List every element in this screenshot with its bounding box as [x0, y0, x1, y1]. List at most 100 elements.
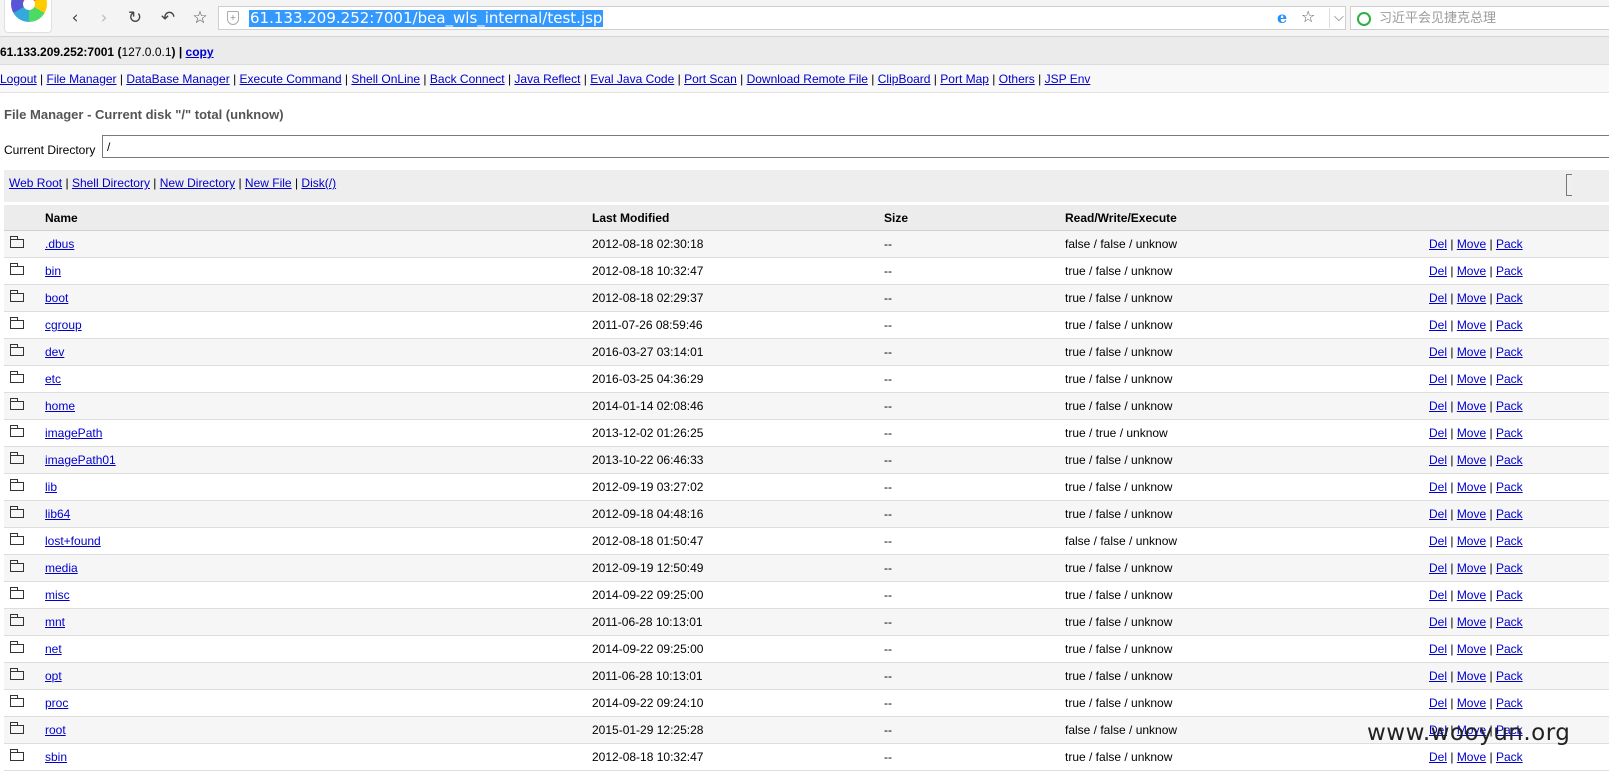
pack-link[interactable]: Pack	[1496, 642, 1523, 656]
move-link[interactable]: Move	[1457, 264, 1486, 278]
search-placeholder[interactable]: 习近平会见捷克总理	[1379, 10, 1496, 27]
del-link[interactable]: Del	[1429, 750, 1447, 764]
file-name-link[interactable]: dev	[45, 345, 64, 359]
file-name-link[interactable]: home	[45, 399, 75, 413]
move-link[interactable]: Move	[1457, 237, 1486, 251]
move-link[interactable]: Move	[1457, 480, 1486, 494]
move-link[interactable]: Move	[1457, 642, 1486, 656]
file-name-link[interactable]: opt	[45, 669, 62, 683]
del-link[interactable]: Del	[1429, 399, 1447, 413]
pack-link[interactable]: Pack	[1496, 237, 1523, 251]
move-link[interactable]: Move	[1457, 588, 1486, 602]
del-link[interactable]: Del	[1429, 696, 1447, 710]
nav-java-reflect[interactable]: Java Reflect	[514, 72, 580, 86]
quick-link-shell-directory[interactable]: Shell Directory	[72, 176, 150, 190]
del-link[interactable]: Del	[1429, 237, 1447, 251]
bookmark-star-icon[interactable]: ☆	[1301, 8, 1315, 26]
del-link[interactable]: Del	[1429, 291, 1447, 305]
file-name-link[interactable]: etc	[45, 372, 61, 386]
del-link[interactable]: Del	[1429, 534, 1447, 548]
del-link[interactable]: Del	[1429, 480, 1447, 494]
address-bar[interactable]: + 61.133.209.252:7001/bea_wls_internal/t…	[218, 6, 1346, 30]
move-link[interactable]: Move	[1457, 453, 1486, 467]
file-name-link[interactable]: bin	[45, 264, 61, 278]
pack-link[interactable]: Pack	[1496, 426, 1523, 440]
nav-port-map[interactable]: Port Map	[940, 72, 989, 86]
move-link[interactable]: Move	[1457, 507, 1486, 521]
nav-eval-java-code[interactable]: Eval Java Code	[590, 72, 674, 86]
del-link[interactable]: Del	[1429, 561, 1447, 575]
move-link[interactable]: Move	[1457, 372, 1486, 386]
undo-close-tab-icon[interactable]: ↶	[157, 7, 179, 29]
favorites-star-icon[interactable]: ☆	[189, 7, 211, 29]
del-link[interactable]: Del	[1429, 588, 1447, 602]
search-box[interactable]: 习近平会见捷克总理	[1350, 6, 1609, 30]
move-link[interactable]: Move	[1457, 561, 1486, 575]
pack-link[interactable]: Pack	[1496, 480, 1523, 494]
nav-port-scan[interactable]: Port Scan	[684, 72, 737, 86]
nav-execute-command[interactable]: Execute Command	[240, 72, 342, 86]
file-name-link[interactable]: root	[45, 723, 66, 737]
pack-link[interactable]: Pack	[1496, 696, 1523, 710]
del-link[interactable]: Del	[1429, 426, 1447, 440]
pack-link[interactable]: Pack	[1496, 669, 1523, 683]
nav-back-connect[interactable]: Back Connect	[430, 72, 505, 86]
pack-link[interactable]: Pack	[1496, 291, 1523, 305]
file-name-link[interactable]: lib64	[45, 507, 70, 521]
current-directory-input[interactable]	[102, 135, 1609, 158]
del-link[interactable]: Del	[1429, 345, 1447, 359]
file-name-link[interactable]: lost+found	[45, 534, 101, 548]
file-name-link[interactable]: lib	[45, 480, 57, 494]
del-link[interactable]: Del	[1429, 264, 1447, 278]
nav-jsp-env[interactable]: JSP Env	[1045, 72, 1091, 86]
pack-link[interactable]: Pack	[1496, 264, 1523, 278]
move-link[interactable]: Move	[1457, 750, 1486, 764]
reload-icon[interactable]: ↻	[124, 7, 146, 29]
back-icon[interactable]: ‹	[64, 7, 86, 29]
move-link[interactable]: Move	[1457, 669, 1486, 683]
pack-link[interactable]: Pack	[1496, 561, 1523, 575]
file-name-link[interactable]: media	[45, 561, 78, 575]
file-name-link[interactable]: cgroup	[45, 318, 82, 332]
file-name-link[interactable]: sbin	[45, 750, 67, 764]
move-link[interactable]: Move	[1457, 696, 1486, 710]
move-link[interactable]: Move	[1457, 426, 1486, 440]
quick-link-new-file[interactable]: New File	[245, 176, 292, 190]
nav-logout[interactable]: Logout	[0, 72, 37, 86]
pack-link[interactable]: Pack	[1496, 507, 1523, 521]
go-button[interactable]	[1566, 174, 1572, 196]
pack-link[interactable]: Pack	[1496, 615, 1523, 629]
ie-compat-mode-icon[interactable]: e	[1277, 9, 1287, 27]
move-link[interactable]: Move	[1457, 615, 1486, 629]
chevron-down-icon[interactable]: ⌵	[1329, 8, 1344, 28]
address-url[interactable]: 61.133.209.252:7001/bea_wls_internal/tes…	[249, 10, 604, 27]
nav-shell-online[interactable]: Shell OnLine	[351, 72, 420, 86]
move-link[interactable]: Move	[1457, 318, 1486, 332]
file-name-link[interactable]: proc	[45, 696, 68, 710]
file-name-link[interactable]: .dbus	[45, 237, 74, 251]
nav-others[interactable]: Others	[999, 72, 1035, 86]
pack-link[interactable]: Pack	[1496, 534, 1523, 548]
nav-clipboard[interactable]: ClipBoard	[878, 72, 931, 86]
pack-link[interactable]: Pack	[1496, 372, 1523, 386]
del-link[interactable]: Del	[1429, 669, 1447, 683]
file-name-link[interactable]: misc	[45, 588, 70, 602]
pack-link[interactable]: Pack	[1496, 750, 1523, 764]
file-name-link[interactable]: imagePath	[45, 426, 102, 440]
del-link[interactable]: Del	[1429, 642, 1447, 656]
file-name-link[interactable]: mnt	[45, 615, 65, 629]
del-link[interactable]: Del	[1429, 318, 1447, 332]
del-link[interactable]: Del	[1429, 453, 1447, 467]
del-link[interactable]: Del	[1429, 615, 1447, 629]
quick-link-web-root[interactable]: Web Root	[9, 176, 62, 190]
move-link[interactable]: Move	[1457, 345, 1486, 359]
forward-icon[interactable]: ›	[93, 7, 115, 29]
move-link[interactable]: Move	[1457, 291, 1486, 305]
pack-link[interactable]: Pack	[1496, 399, 1523, 413]
copy-link[interactable]: copy	[186, 45, 214, 59]
pack-link[interactable]: Pack	[1496, 453, 1523, 467]
file-name-link[interactable]: net	[45, 642, 62, 656]
pack-link[interactable]: Pack	[1496, 345, 1523, 359]
pack-link[interactable]: Pack	[1496, 318, 1523, 332]
browser-logo-icon[interactable]	[4, 0, 52, 33]
